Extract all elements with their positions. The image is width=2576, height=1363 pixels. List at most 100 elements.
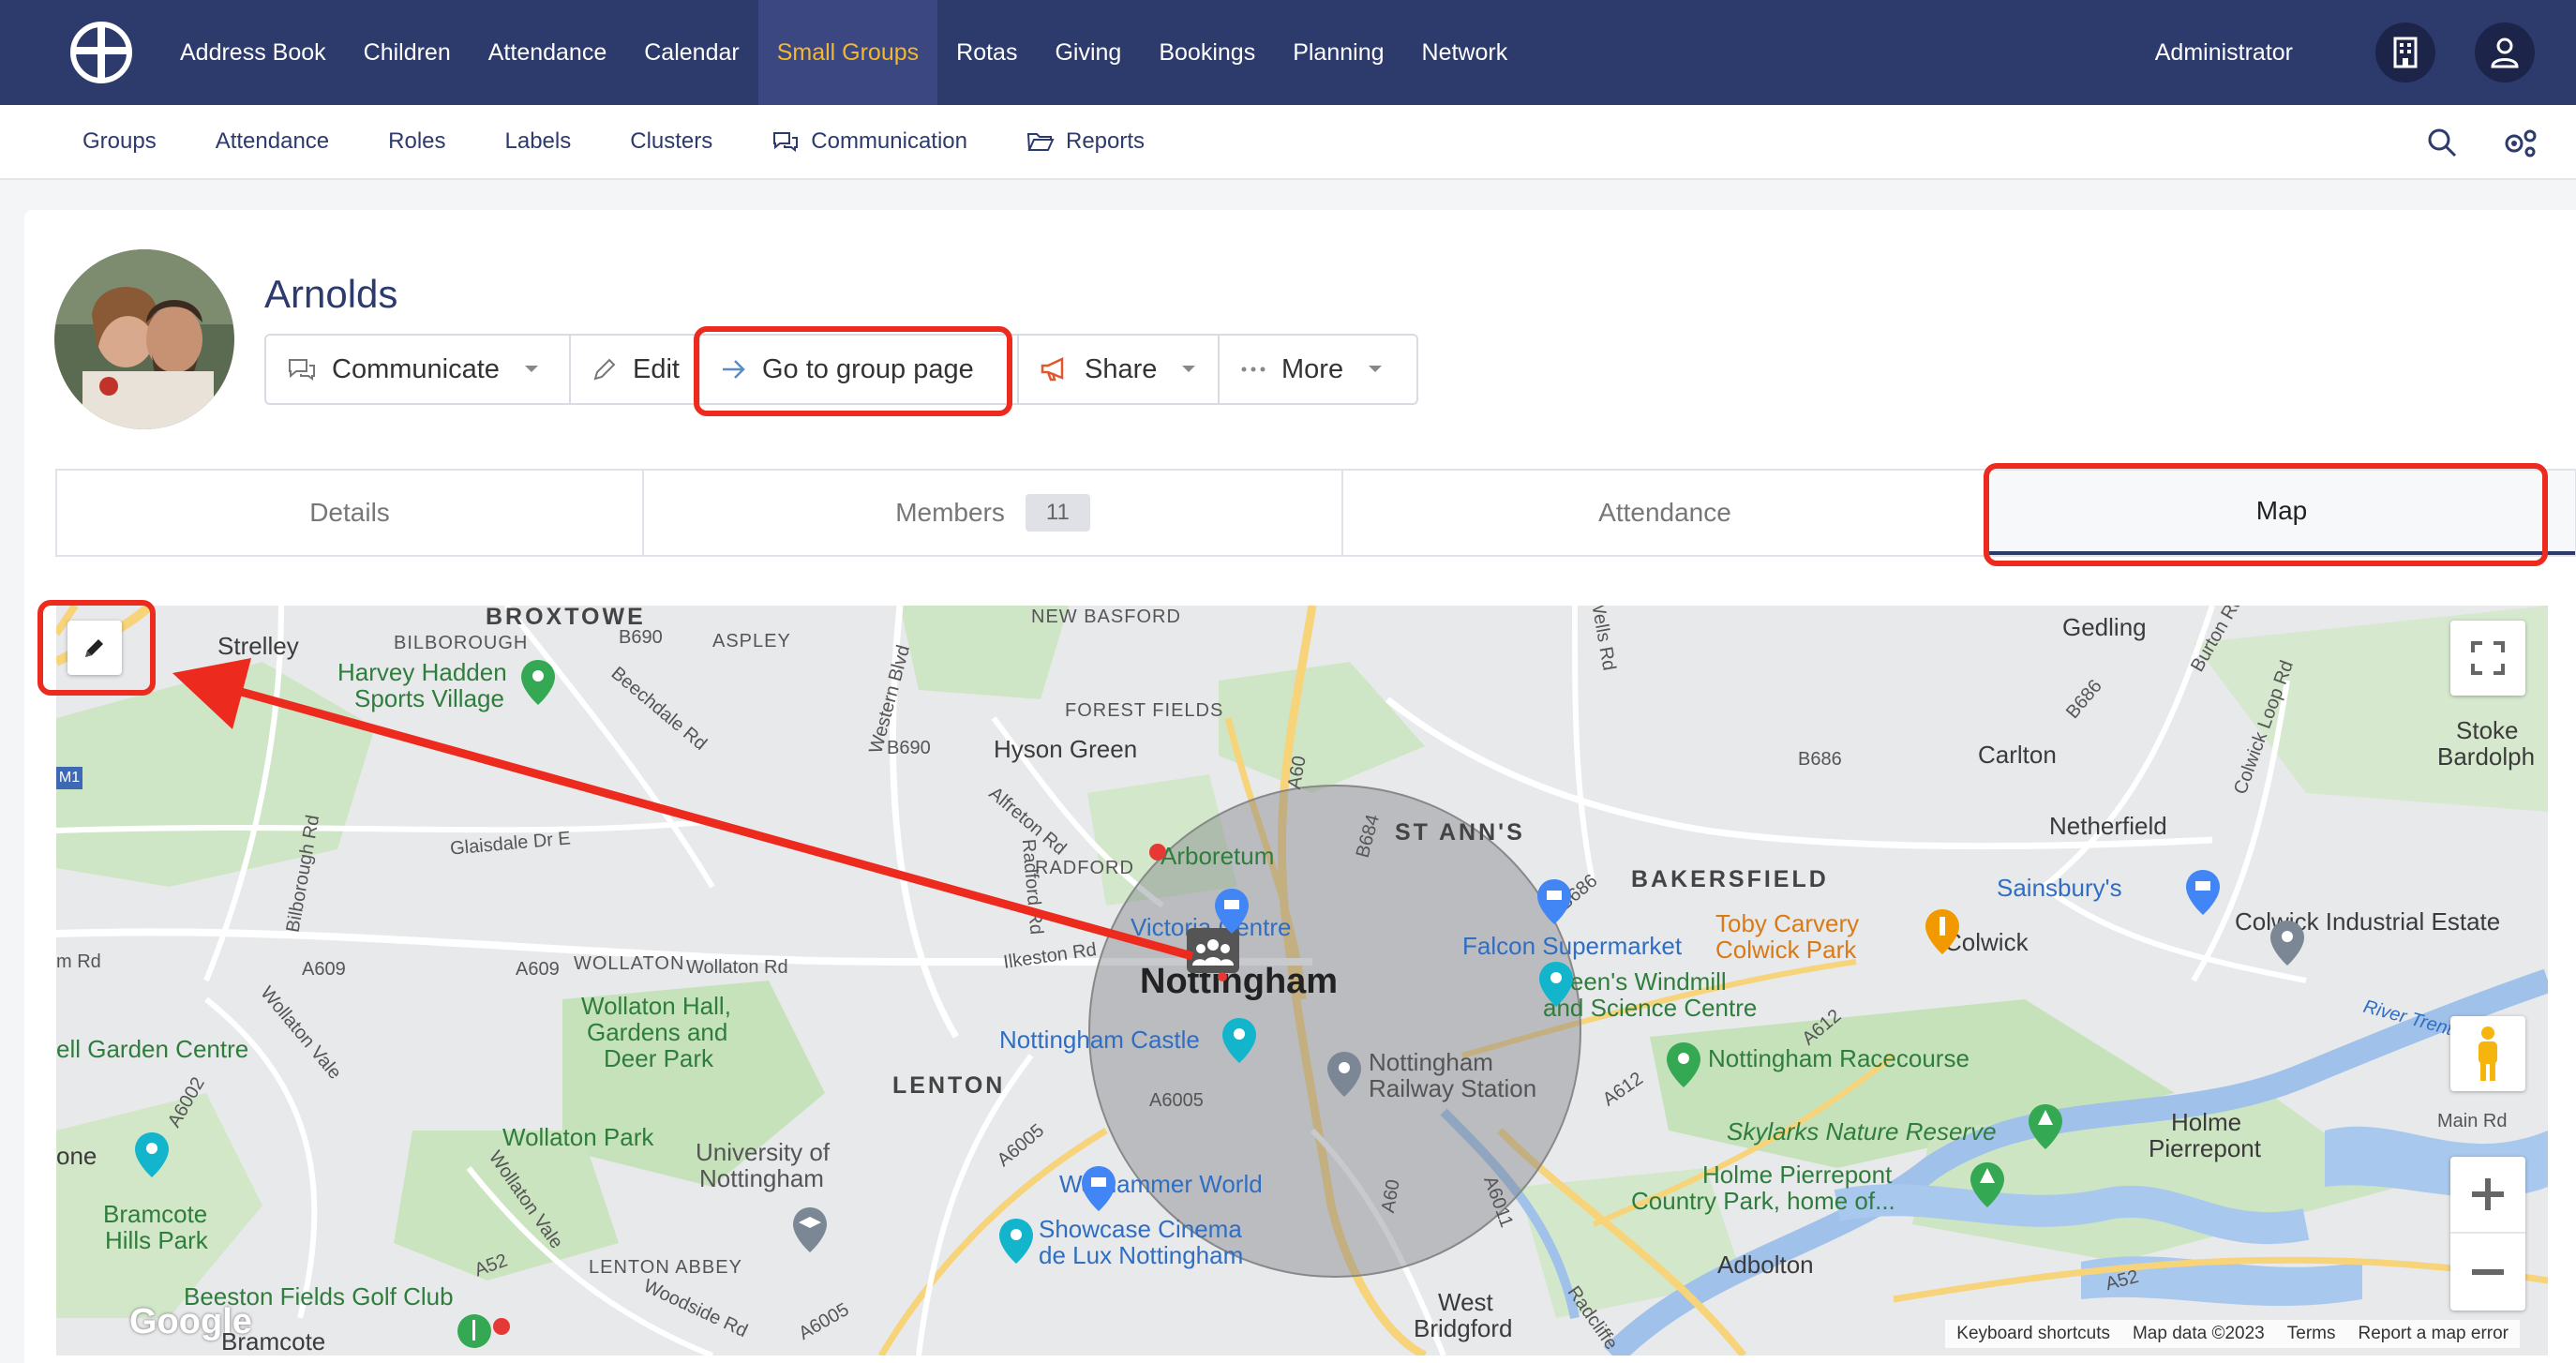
nav-network[interactable]: Network [1403,0,1527,105]
map-label: Deer Park [604,1044,714,1072]
subnav-roles[interactable]: Roles [388,128,445,155]
map-label: WOLLATON [574,953,685,974]
attraction-pin-icon[interactable] [133,1131,171,1179]
communicate-button[interactable]: Communicate [266,336,571,403]
search-icon [2428,128,2457,157]
map-label: Nottingham [699,1164,824,1192]
user-role-label[interactable]: Administrator [2155,39,2293,67]
red-dot-marker-icon[interactable] [491,1316,512,1337]
group-actions: Communicate Edit Go to group page Share … [264,334,1418,405]
nav-bookings[interactable]: Bookings [1140,0,1274,105]
shopping-pin-icon[interactable] [2184,868,2222,917]
map-label: Sports Village [354,684,504,712]
pegman-icon [2479,1026,2497,1081]
subnav-attendance[interactable]: Attendance [216,128,329,155]
shopping-pin-icon[interactable] [1535,877,1573,926]
map-pin-icon[interactable] [519,658,557,707]
user-area: Administrator [2155,0,2535,105]
map-label: Nottingham Racecourse [1708,1044,1969,1072]
map-label: Netherfield [2049,812,2167,840]
map-footer: Keyboard shortcuts Map data ©2023 Terms … [1945,1320,2520,1348]
tab-map[interactable]: Map [1988,471,2575,555]
university-pin-icon[interactable] [791,1206,829,1254]
building-button[interactable] [2375,22,2435,82]
settings-button[interactable] [2501,127,2539,158]
subnav-groups[interactable]: Groups [82,128,157,155]
fullscreen-button[interactable] [2450,621,2525,696]
map-label: Skylarks Nature Reserve [1727,1117,1997,1146]
station-pin-icon[interactable] [1325,1050,1363,1099]
map-label: University of [696,1138,831,1166]
map-label: Nottingham Castle [999,1026,1200,1054]
tab-details[interactable]: Details [57,471,644,555]
nav-small-groups[interactable]: Small Groups [757,0,938,105]
red-dot-marker-icon[interactable] [1147,842,1168,862]
zoom-in-button[interactable] [2450,1157,2525,1234]
subnav-clusters[interactable]: Clusters [630,128,712,155]
map-label: Colwick Park [1715,936,1857,964]
zoom-controls [2450,1157,2525,1311]
map-label: and Science Centre [1543,994,1758,1022]
building-icon [2393,37,2418,68]
nav-planning[interactable]: Planning [1274,0,1402,105]
map-label: Wollaton Park [502,1123,654,1151]
map-label: LENTON [892,1072,1006,1099]
nav-attendance[interactable]: Attendance [470,0,626,105]
tab-members-label: Members [895,498,1005,527]
report-error-link[interactable]: Report a map error [2346,1320,2520,1348]
arrow-right-icon [721,358,747,381]
attraction-pin-icon[interactable] [1537,960,1575,1009]
place-pin-icon[interactable] [2269,919,2306,967]
share-button[interactable]: Share [1019,336,1220,403]
edit-button[interactable]: Edit [571,336,700,403]
nav-calendar[interactable]: Calendar [625,0,757,105]
map-label: Strelley [217,632,299,660]
search-button[interactable] [2426,127,2458,158]
app-logo-icon[interactable] [69,21,133,84]
subnav-reports-label: Reports [1066,128,1146,154]
map-label: FOREST FIELDS [1065,700,1224,721]
keyboard-shortcuts-link[interactable]: Keyboard shortcuts [1945,1320,2121,1348]
nav-rotas[interactable]: Rotas [937,0,1036,105]
park-pin-icon[interactable] [1665,1041,1702,1089]
profile-button[interactable] [2475,22,2535,82]
more-button[interactable]: More [1220,336,1416,403]
restaurant-pin-icon[interactable] [1924,907,1961,956]
road-label: B690 [887,738,931,758]
map-label: ell Garden Centre [56,1035,249,1063]
map-label: Carlton [1978,741,2057,769]
nav-giving[interactable]: Giving [1036,0,1140,105]
map-label: Holme Pierrepont [1702,1161,1893,1189]
subnav-reports[interactable]: Reports [1026,128,1145,155]
map-label: Wollaton Hall, [581,992,731,1020]
group-map[interactable]: BROXTOWE Strelley BILBOROUGH ASPLEY NEW … [56,606,2548,1356]
nav-children[interactable]: Children [345,0,470,105]
map-label: de Lux Nottingham [1039,1241,1244,1269]
street-view-button[interactable] [2450,1016,2525,1091]
map-label: RADFORD [1035,858,1134,878]
tab-members[interactable]: Members 11 [644,471,1343,555]
tab-attendance[interactable]: Attendance [1343,471,1988,555]
attraction-pin-icon[interactable] [997,1217,1035,1266]
go-to-group-page-button[interactable]: Go to group page [700,336,1019,403]
communicate-label: Communicate [332,353,500,384]
shopping-pin-icon[interactable] [1213,887,1251,936]
user-icon [2491,37,2519,68]
park-pin-icon[interactable] [2027,1102,2064,1151]
zoom-out-button[interactable] [2450,1234,2525,1311]
golf-pin-icon[interactable] [456,1312,493,1356]
group-title: Arnolds [264,272,398,316]
nav-address-book[interactable]: Address Book [161,0,345,105]
park-pin-icon[interactable] [1969,1161,2006,1209]
map-edit-button[interactable] [67,621,122,675]
road-label: Main Rd [2437,1111,2508,1131]
subnav-labels[interactable]: Labels [505,128,572,155]
ellipsis-icon [1240,366,1266,373]
map-label: Adbolton [1717,1251,1814,1279]
terms-link[interactable]: Terms [2276,1320,2347,1348]
shopping-pin-icon[interactable] [1080,1164,1117,1213]
attraction-pin-icon[interactable] [1221,1016,1258,1065]
subnav-communication[interactable]: Communication [771,128,967,155]
chat-icon [287,357,317,382]
group-avatar [54,249,234,429]
